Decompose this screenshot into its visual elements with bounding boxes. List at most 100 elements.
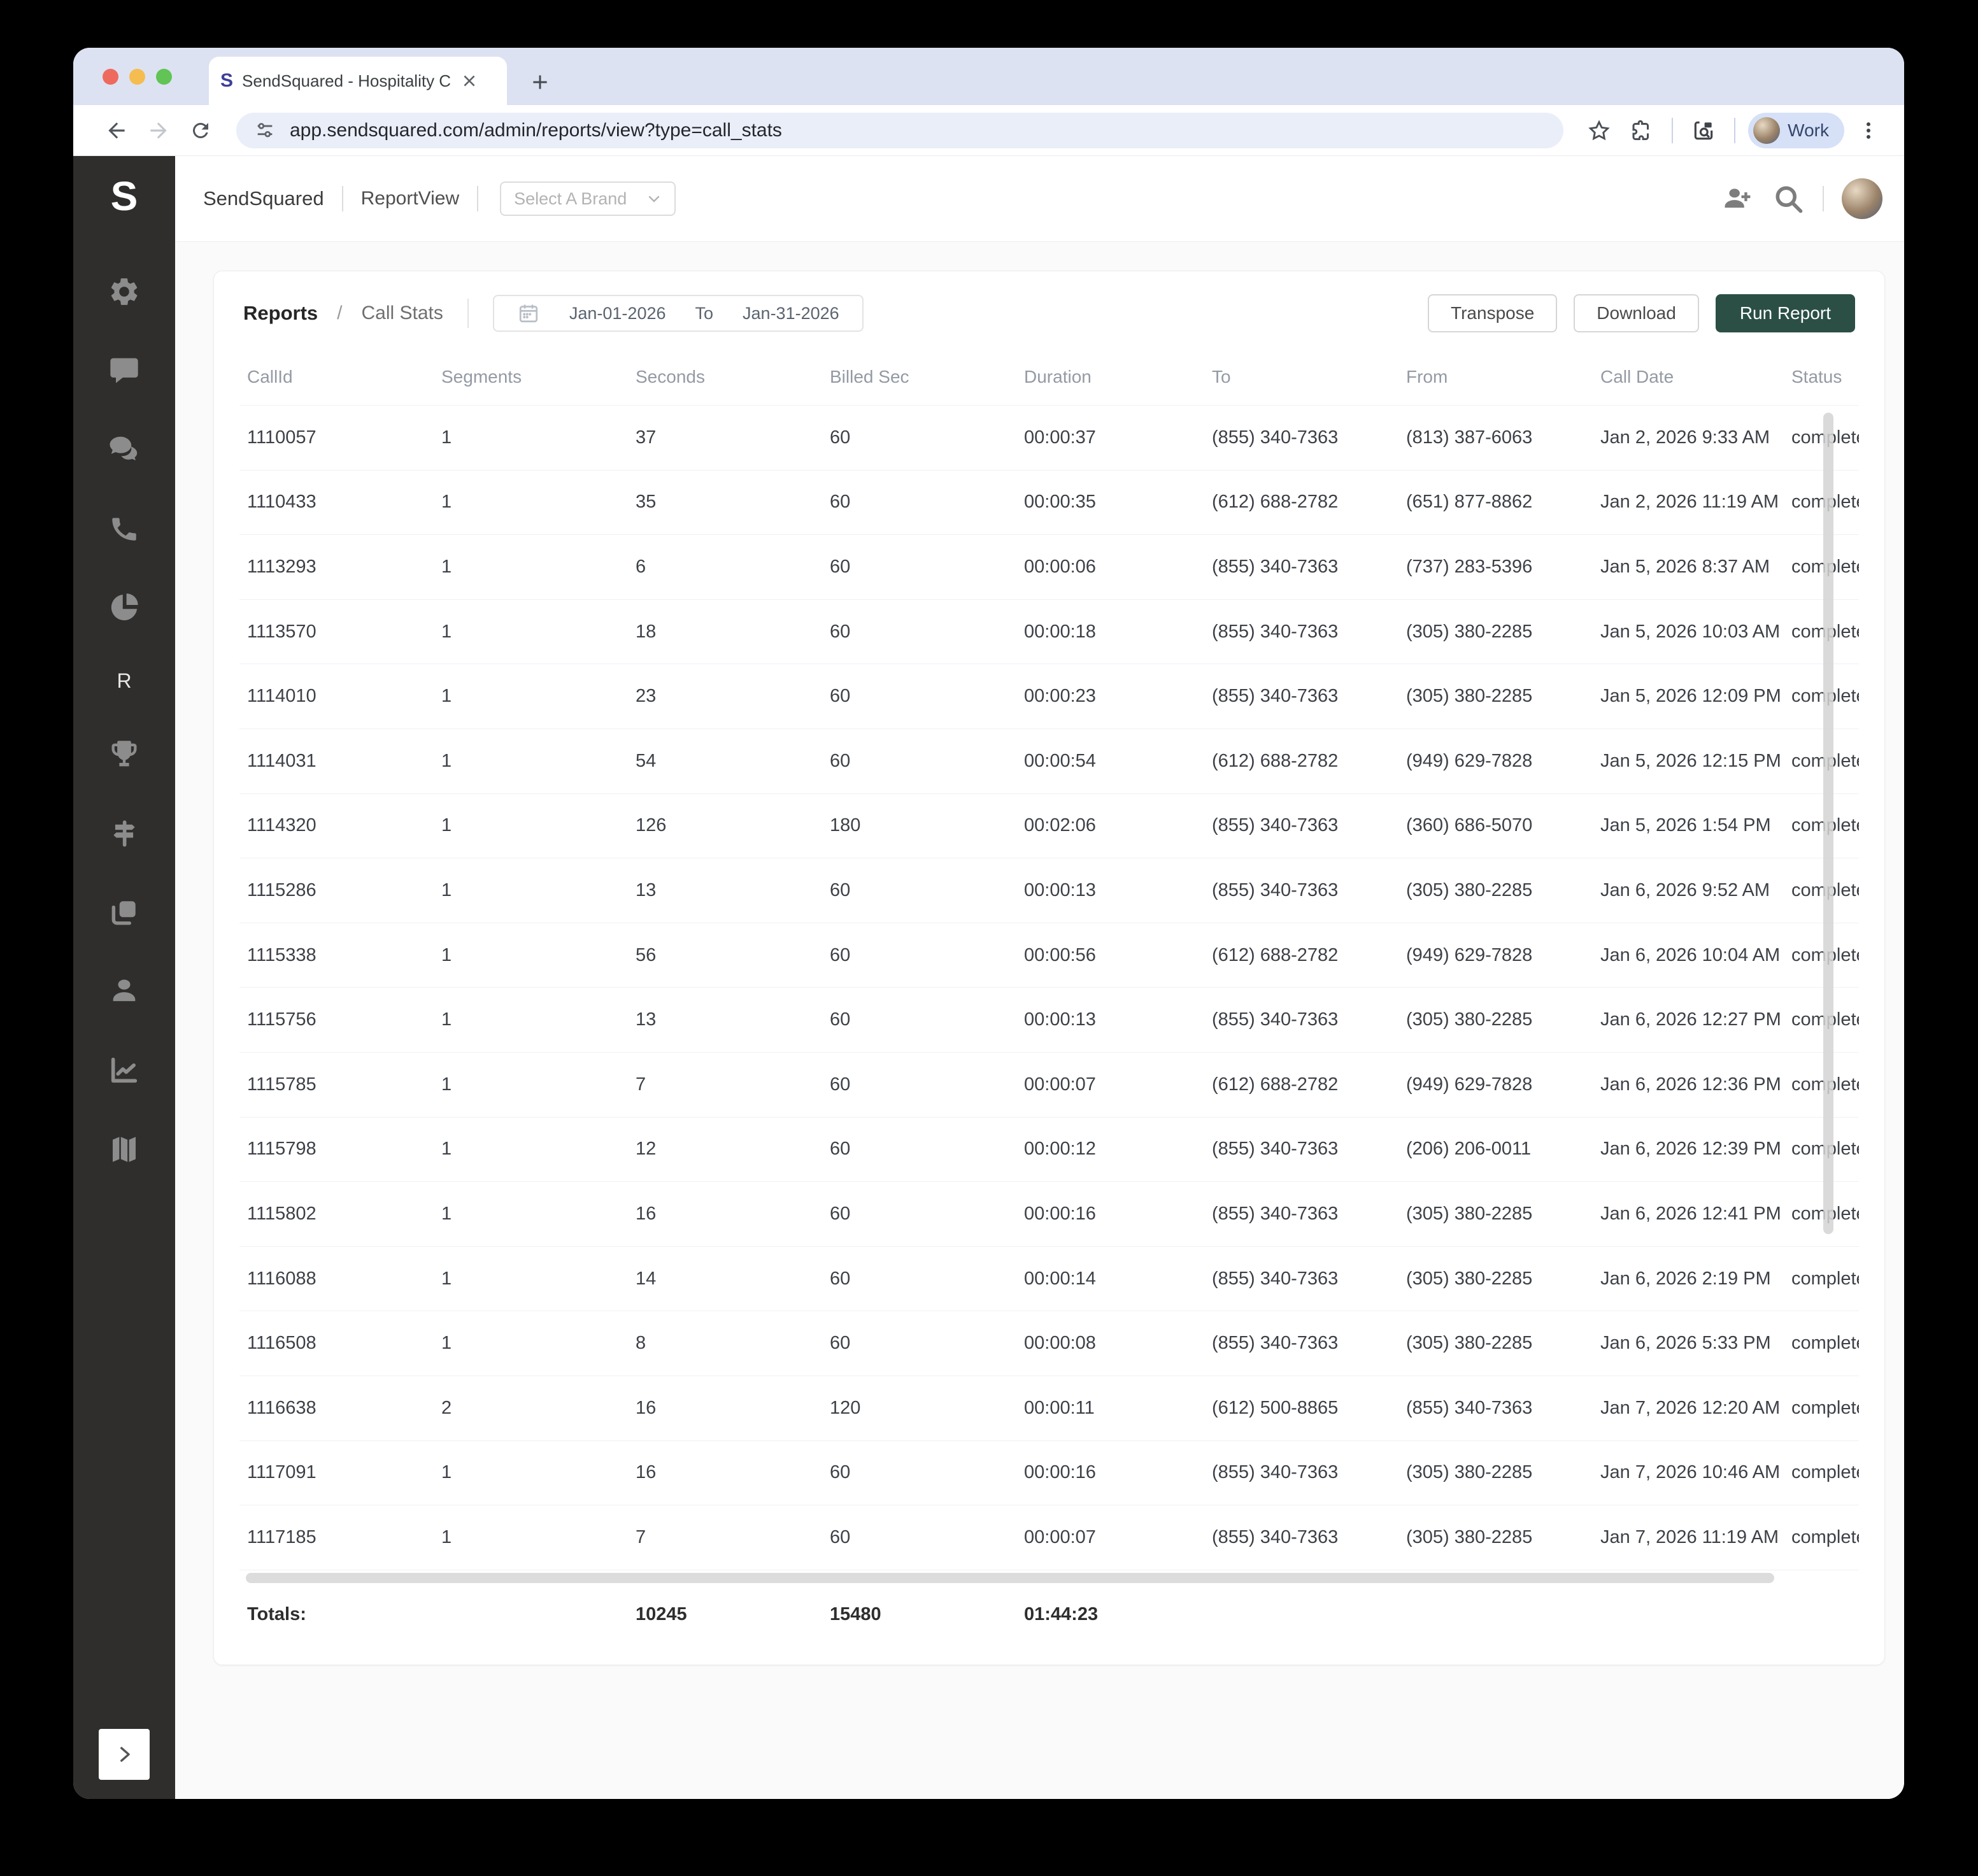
app-brand[interactable]: SendSquared [203,187,324,210]
cell-seconds: 37 [636,427,657,448]
table-row: 1114010 1 23 60 00:00:23 (855) 340-7363 … [239,664,1859,728]
maximize-window-button[interactable] [156,68,172,85]
cell-callid: 1116638 [247,1397,317,1418]
signpost-icon[interactable] [107,816,141,851]
column-header-call-date[interactable]: Call Date [1593,367,1784,387]
cell-to: (612) 688-2782 [1212,1074,1339,1095]
date-to-value[interactable]: Jan-31-2026 [743,304,839,323]
transpose-button[interactable]: Transpose [1428,294,1558,332]
trophy-icon[interactable] [107,737,141,772]
download-button[interactable]: Download [1574,294,1699,332]
search-icon[interactable] [1772,182,1805,215]
cell-from: (305) 380-2285 [1406,1009,1533,1030]
reload-icon[interactable] [183,113,218,148]
cell-status: completed [1791,1333,1859,1354]
cell-billed-sec: 60 [830,427,851,448]
cell-seconds: 8 [636,1333,646,1354]
extensions-icon[interactable] [1623,113,1659,148]
cell-call-date: Jan 6, 2026 2:19 PM [1600,1268,1771,1289]
user-avatar[interactable] [1842,178,1882,219]
table-row: 1115785 1 7 60 00:00:07 (612) 688-2782 (… [239,1051,1859,1117]
add-user-icon[interactable] [1721,182,1754,215]
tab-close-icon[interactable] [461,73,478,89]
cell-billed-sec: 60 [830,1203,851,1224]
column-header-to[interactable]: To [1204,367,1398,387]
cell-duration: 00:00:16 [1024,1462,1096,1483]
cell-duration: 00:02:06 [1024,815,1096,836]
table-header-row: CallId Segments Seconds Billed Sec Durat… [239,349,1859,405]
browser-menu-icon[interactable] [1851,113,1886,148]
pie-chart-icon[interactable] [107,590,141,625]
date-range-picker[interactable]: Jan-01-2026 To Jan-31-2026 [492,295,864,332]
copy-icon[interactable] [107,895,141,930]
sidebar-expand-button[interactable] [99,1729,150,1780]
minimize-window-button[interactable] [129,68,145,85]
cell-duration: 00:00:06 [1024,556,1096,577]
cell-from: (305) 380-2285 [1406,1526,1533,1547]
cell-seconds: 56 [636,944,657,965]
totals-duration: 01:44:23 [1024,1604,1099,1625]
cell-to: (612) 688-2782 [1212,944,1339,965]
cell-from: (305) 380-2285 [1406,1203,1533,1224]
close-window-button[interactable] [103,68,118,85]
column-header-status[interactable]: Status [1784,367,1859,387]
forward-icon[interactable] [141,113,176,148]
cell-seconds: 7 [636,1074,646,1095]
cell-callid: 1117091 [247,1462,317,1483]
totals-row: Totals: 10245 15480 01:44:23 [239,1583,1859,1647]
column-header-billed-sec[interactable]: Billed Sec [822,367,1016,387]
chat-bubble-icon[interactable] [107,353,141,388]
cell-to: (855) 340-7363 [1212,1526,1339,1547]
bookmark-star-icon[interactable] [1581,113,1617,148]
brand-select[interactable]: Select A Brand [500,181,676,216]
cell-callid: 1113570 [247,621,317,642]
cell-status: completed [1784,751,1859,772]
column-header-segments[interactable]: Segments [434,367,628,387]
run-report-button[interactable]: Run Report [1715,294,1855,332]
cell-segments: 1 [441,1139,452,1160]
table-row: 1116638 2 16 120 00:00:11 (612) 500-8865… [239,1375,1859,1440]
cell-status: completed [1784,1074,1859,1095]
cell-duration: 00:00:07 [1024,1526,1096,1547]
back-icon[interactable] [99,113,134,148]
browser-profile-chip[interactable]: Work [1748,112,1844,148]
cell-billed-sec: 60 [830,1333,851,1354]
url-bar[interactable]: app.sendsquared.com/admin/reports/view?t… [236,112,1564,148]
cell-call-date: Jan 7, 2026 12:20 AM [1600,1397,1781,1418]
phone-icon[interactable] [107,511,141,546]
map-icon[interactable] [107,1132,141,1167]
column-header-duration[interactable]: Duration [1016,367,1204,387]
column-header-seconds[interactable]: Seconds [628,367,822,387]
cell-call-date: Jan 5, 2026 8:37 AM [1600,556,1770,577]
cell-seconds: 35 [636,492,657,513]
sendsquared-logo[interactable]: S [111,173,138,220]
header-divider [341,186,343,211]
table-row: 1115756 1 13 60 00:00:13 (855) 340-7363 … [239,987,1859,1052]
vertical-scrollbar-thumb[interactable] [1823,413,1833,1234]
browser-tab[interactable]: S SendSquared - Hospitality CR [209,57,507,105]
cell-to: (855) 340-7363 [1212,1462,1339,1483]
site-settings-icon[interactable] [254,120,276,141]
horizontal-scrollbar-thumb[interactable] [246,1572,1774,1583]
person-icon[interactable] [107,974,141,1009]
settings-gear-icon[interactable] [107,274,141,309]
browser-toolbar: app.sendsquared.com/admin/reports/view?t… [73,105,1904,156]
conversations-icon[interactable] [107,432,141,467]
table-row: 1115286 1 13 60 00:00:13 (855) 340-7363 … [239,858,1859,923]
sidebar-item-r[interactable]: R [117,669,131,693]
column-header-callid[interactable]: CallId [239,367,434,387]
tab-search-icon[interactable] [1686,113,1721,148]
new-tab-button[interactable] [530,72,550,92]
cell-status: completed [1784,880,1859,901]
cell-status: completed [1784,945,1859,966]
cell-from: (360) 686-5070 [1406,815,1533,836]
cell-call-date: Jan 6, 2026 5:33 PM [1600,1333,1771,1354]
date-from-value[interactable]: Jan-01-2026 [569,304,666,323]
cell-call-date: Jan 2, 2026 9:33 AM [1600,427,1770,448]
cell-from: (949) 629-7828 [1406,944,1533,965]
column-header-from[interactable]: From [1398,367,1593,387]
cell-segments: 1 [441,1526,452,1547]
breadcrumb-reports[interactable]: Reports [243,302,318,325]
line-chart-icon[interactable] [107,1053,141,1088]
calendar-icon [519,304,537,323]
